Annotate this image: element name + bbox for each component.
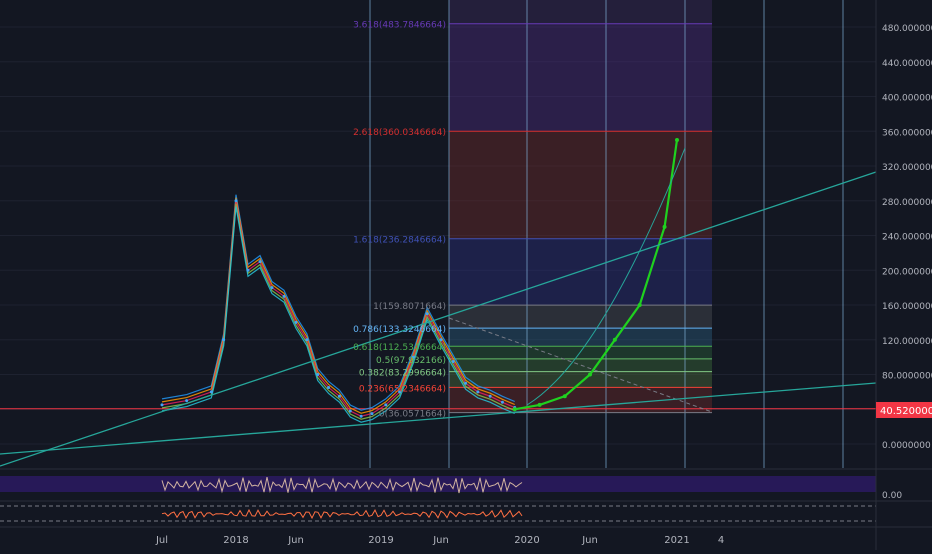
price-point — [425, 312, 429, 316]
x-tick-label: 4 — [718, 535, 724, 546]
price-point — [160, 403, 164, 407]
x-tick-label: 2021 — [664, 535, 689, 546]
price-badge: 40.5200000 — [876, 402, 932, 418]
y-tick-label: 0.0000000 — [882, 441, 931, 451]
y-tick-label: 400.0000000 — [882, 94, 932, 104]
fib-zone — [449, 358, 712, 372]
y-tick-label: 480.0000000 — [882, 24, 932, 34]
projection-point — [512, 407, 517, 412]
price-point — [185, 399, 189, 403]
x-tick-label: Jul — [155, 535, 168, 546]
price-point — [384, 403, 388, 407]
price-point — [270, 286, 274, 290]
fib-label: 3.618(483.7846664) — [353, 21, 446, 31]
projection-point — [612, 337, 617, 342]
chart-root: 3.618(483.7846664) 2.618(360.0346664) 1.61… — [0, 0, 932, 550]
price-point — [337, 394, 341, 398]
fib-label: 2.618(360.0346664) — [353, 128, 446, 138]
fib-label: 0.786(133.3246664) — [353, 325, 446, 335]
projection-point — [637, 303, 642, 307]
fib-label: 0(36.0571664) — [379, 410, 446, 420]
price-point — [500, 400, 504, 404]
fib-zone — [449, 328, 712, 347]
price-point — [348, 409, 352, 413]
fib-zones — [449, 0, 712, 413]
x-tick-label: Jun — [287, 535, 304, 546]
projection-point — [562, 394, 567, 399]
x-tick-label: Jun — [581, 535, 598, 546]
price-point — [439, 338, 443, 342]
price-point — [464, 381, 468, 385]
price-badge-text: 40.5200000 — [880, 406, 932, 417]
price-point — [234, 199, 238, 203]
projection-point — [675, 137, 679, 142]
y-tick-label: 80.0000000 — [882, 372, 932, 382]
price-point — [370, 412, 374, 416]
fib-zone — [449, 131, 712, 239]
projection-point — [662, 224, 667, 229]
price-point — [451, 359, 455, 363]
projection-point — [537, 402, 542, 407]
y-tick-label: 320.0000000 — [882, 163, 932, 173]
y-tick-label: 160.0000000 — [882, 302, 932, 312]
projection-point — [588, 372, 592, 377]
fib-label: 0.5(97.932166) — [376, 356, 446, 366]
price-point — [476, 390, 480, 394]
y-tick-label: 120.0000000 — [882, 337, 932, 347]
price-point — [488, 394, 492, 398]
fib-zone — [449, 305, 712, 329]
x-tick-label: 2018 — [223, 535, 248, 546]
fib-zone-top — [449, 0, 712, 24]
price-point — [294, 320, 298, 324]
price-point — [209, 390, 213, 394]
price-point — [359, 414, 363, 418]
price-point — [246, 268, 250, 272]
y-tick-label: 240.0000000 — [882, 233, 932, 243]
price-point — [305, 338, 309, 342]
x-tick-label: Jun — [432, 535, 449, 546]
price-point — [316, 373, 320, 376]
fib-label: 0.236(65.2346664) — [359, 384, 446, 394]
y-tick-label: 360.0000000 — [882, 128, 932, 138]
fib-label: 1.618(236.2846664) — [353, 236, 446, 246]
x-tick-label: 2019 — [368, 535, 393, 546]
y-tick-label: 280.0000000 — [882, 198, 932, 208]
fib-zone — [449, 238, 712, 306]
price-point — [282, 294, 286, 298]
oscillator-axis-label: 0.00 — [882, 491, 902, 501]
y-tick-label: 200.0000000 — [882, 267, 932, 277]
x-tick-label: 2020 — [514, 535, 539, 546]
price-point — [327, 386, 331, 390]
fib-zone — [449, 23, 712, 132]
fib-label: 0.618(112.5346664) — [353, 343, 446, 353]
fib-label: 1(159.8071664) — [373, 302, 446, 312]
chart-svg: 3.618(483.7846664) 2.618(360.0346664) 1.61… — [0, 0, 932, 550]
y-tick-label: 440.0000000 — [882, 59, 932, 69]
price-point — [222, 338, 226, 342]
fib-zone — [449, 371, 712, 388]
fib-label: 0.382(83.2996664) — [359, 369, 446, 379]
price-point — [258, 260, 262, 264]
